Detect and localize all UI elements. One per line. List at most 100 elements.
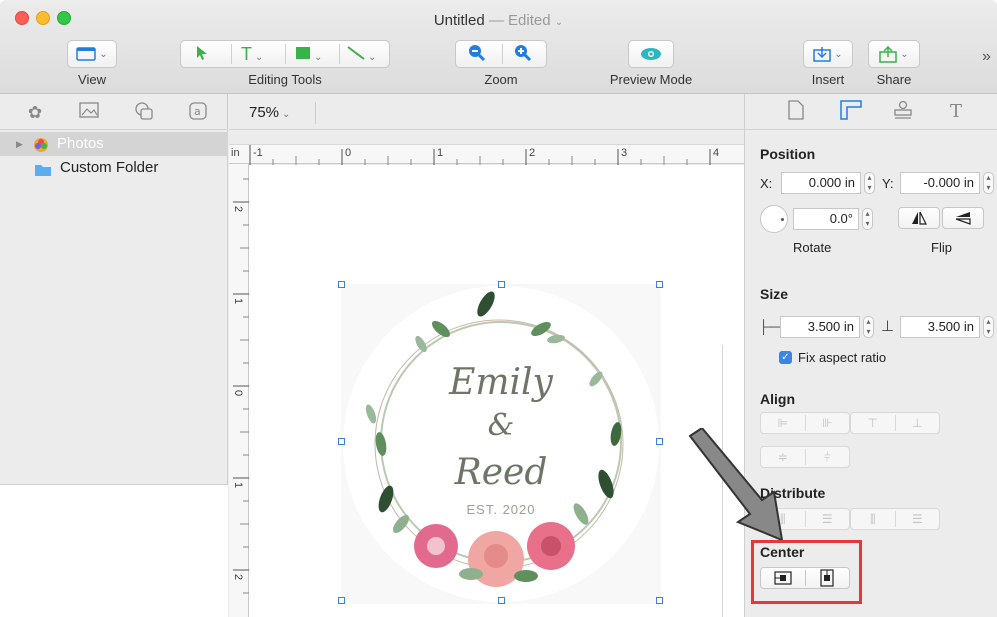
y-position-field[interactable]: -0.000 in <box>900 172 980 194</box>
ruler-tick-label: 1 <box>232 482 244 489</box>
edited-status: — Edited <box>488 12 551 29</box>
preview-mode-button[interactable] <box>628 40 674 68</box>
zoom-label: Zoom <box>484 72 518 87</box>
divider <box>315 102 316 124</box>
insert-icon <box>813 47 832 62</box>
text-box-icon[interactable]: a <box>187 102 209 124</box>
editing-tools-label: Editing Tools <box>248 72 322 87</box>
divider <box>285 44 286 64</box>
divider <box>339 44 340 64</box>
ruler-tick-label: 2 <box>529 147 536 159</box>
selection-handle[interactable] <box>498 281 505 288</box>
document-name: Untitled <box>433 12 485 29</box>
align-right-icon[interactable]: ⊪ <box>805 416 849 430</box>
flower-gear-icon[interactable]: ✿ <box>24 102 46 124</box>
selected-image[interactable]: Emily & Reed EST. 2020 <box>341 284 661 604</box>
sidebar-blank-area <box>0 484 228 617</box>
line-tool-icon[interactable]: ⌄ <box>347 45 376 63</box>
x-stepper[interactable]: ▴ ▾ <box>864 172 875 194</box>
width-stepper[interactable]: ▴ ▾ <box>863 316 874 338</box>
document-page[interactable]: Emily & Reed EST. 2020 <box>249 165 744 617</box>
view-icon <box>76 47 97 61</box>
ruler-tick-label: 2 <box>232 206 244 213</box>
distribute-center-h-icon[interactable]: ⫼ <box>851 512 895 527</box>
align-bottom-icon[interactable]: ⊥ <box>895 416 939 430</box>
fix-aspect-checkbox[interactable]: ✓ <box>779 351 792 364</box>
canvas-area: 75% ⌄ in -1 0 1 2 3 4 2 1 0 1 2 Emily & … <box>229 94 744 617</box>
zoom-dropdown[interactable]: 75% ⌄ <box>249 104 290 121</box>
preview-mode-label: Preview Mode <box>609 72 693 87</box>
y-stepper[interactable]: ▴ ▾ <box>983 172 994 194</box>
size-title: Size <box>760 286 789 302</box>
sidebar-item-photos[interactable]: ▶ Photos <box>0 132 228 156</box>
insert-button[interactable]: ⌄ <box>803 40 853 68</box>
distribute-center-v-icon[interactable]: ☰ <box>895 512 939 526</box>
ruler-tick-label: 3 <box>621 147 628 159</box>
ruler-tick-label: 4 <box>713 147 720 159</box>
height-stepper[interactable]: ▴ ▾ <box>983 316 994 338</box>
view-button[interactable]: ⌄ <box>67 40 117 68</box>
x-position-field[interactable]: 0.000 in <box>781 172 861 194</box>
highlight-box <box>751 540 862 604</box>
flip-horizontal-icon <box>912 211 927 225</box>
toolbar-overflow-button[interactable]: » <box>982 48 991 66</box>
share-icon <box>879 45 898 63</box>
shape-tool-icon[interactable]: ⌄ <box>295 46 322 63</box>
share-button[interactable]: ⌄ <box>868 40 920 68</box>
flip-horizontal-button[interactable] <box>898 207 940 229</box>
text-tool-icon[interactable]: T ⌄ <box>241 44 263 65</box>
zoom-in-icon[interactable] <box>514 44 532 65</box>
selection-handle[interactable] <box>656 281 663 288</box>
library-sidebar: ✿ a ▶ Photos Custom Folder <box>0 94 228 617</box>
selection-handle[interactable] <box>338 438 345 445</box>
app-window: Untitled — Edited ⌄ ⌄ View T ⌄ ⌄ ⌄ Editi… <box>0 0 997 617</box>
design-name-2: Reed <box>454 452 548 493</box>
align-title: Align <box>760 391 795 407</box>
zoom-out-icon[interactable] <box>468 44 486 65</box>
pointer-tool-icon[interactable] <box>195 45 209 64</box>
align-top-icon[interactable]: ⊤ <box>851 416 895 430</box>
fix-aspect-label: Fix aspect ratio <box>798 350 887 365</box>
width-field[interactable]: 3.500 in <box>780 316 860 338</box>
floral-wreath-image <box>343 286 659 602</box>
document-icon[interactable] <box>783 100 809 124</box>
view-label: View <box>78 72 106 87</box>
y-label: Y: <box>882 176 894 191</box>
flip-label: Flip <box>931 240 952 255</box>
selection-handle[interactable] <box>656 597 663 604</box>
distribute-vertical-icon[interactable]: ☰ <box>805 512 849 526</box>
chevron-down-icon: ⌄ <box>900 48 909 60</box>
editing-tools-group: T ⌄ ⌄ ⌄ <box>180 40 390 68</box>
rotate-knob[interactable] <box>760 205 788 233</box>
height-field[interactable]: 3.500 in <box>900 316 980 338</box>
divider <box>231 44 232 64</box>
chevron-down-icon: ⌄ <box>282 109 291 120</box>
selection-handle[interactable] <box>338 597 345 604</box>
title-chevron-icon[interactable]: ⌄ <box>555 17 563 28</box>
sidebar-tabs: ✿ a <box>0 94 228 130</box>
selection-handle[interactable] <box>338 281 345 288</box>
image-icon[interactable] <box>78 102 100 124</box>
selection-handle[interactable] <box>498 597 505 604</box>
flip-vertical-button[interactable] <box>942 207 984 229</box>
share-label: Share <box>876 72 912 87</box>
rotate-knob-dot <box>781 218 784 221</box>
shapes-icon[interactable] <box>133 102 155 124</box>
annotation-arrow <box>688 428 784 542</box>
ruler-tick-label: 0 <box>232 390 244 397</box>
stamp-icon[interactable] <box>890 100 916 124</box>
ruler-layout-icon[interactable] <box>838 100 864 124</box>
sidebar-item-custom-folder[interactable]: Custom Folder <box>0 156 228 180</box>
selection-handle[interactable] <box>656 438 663 445</box>
design-est-text: EST. 2020 <box>466 502 536 517</box>
text-style-icon[interactable]: T <box>943 100 969 124</box>
horizontal-ruler: in -1 0 1 2 3 4 <box>229 144 744 165</box>
design-name-1: Emily <box>449 362 553 403</box>
flip-vertical-icon <box>955 212 971 225</box>
align-center-vertical-icon[interactable]: ⫩ <box>805 450 849 465</box>
disclosure-triangle-icon[interactable]: ▶ <box>16 132 23 156</box>
rotate-field[interactable]: 0.0° <box>793 208 859 230</box>
rotate-stepper[interactable]: ▴ ▾ <box>862 208 873 230</box>
inspector-tabs: T <box>745 94 997 130</box>
ruler-tick-label: -1 <box>253 147 263 159</box>
